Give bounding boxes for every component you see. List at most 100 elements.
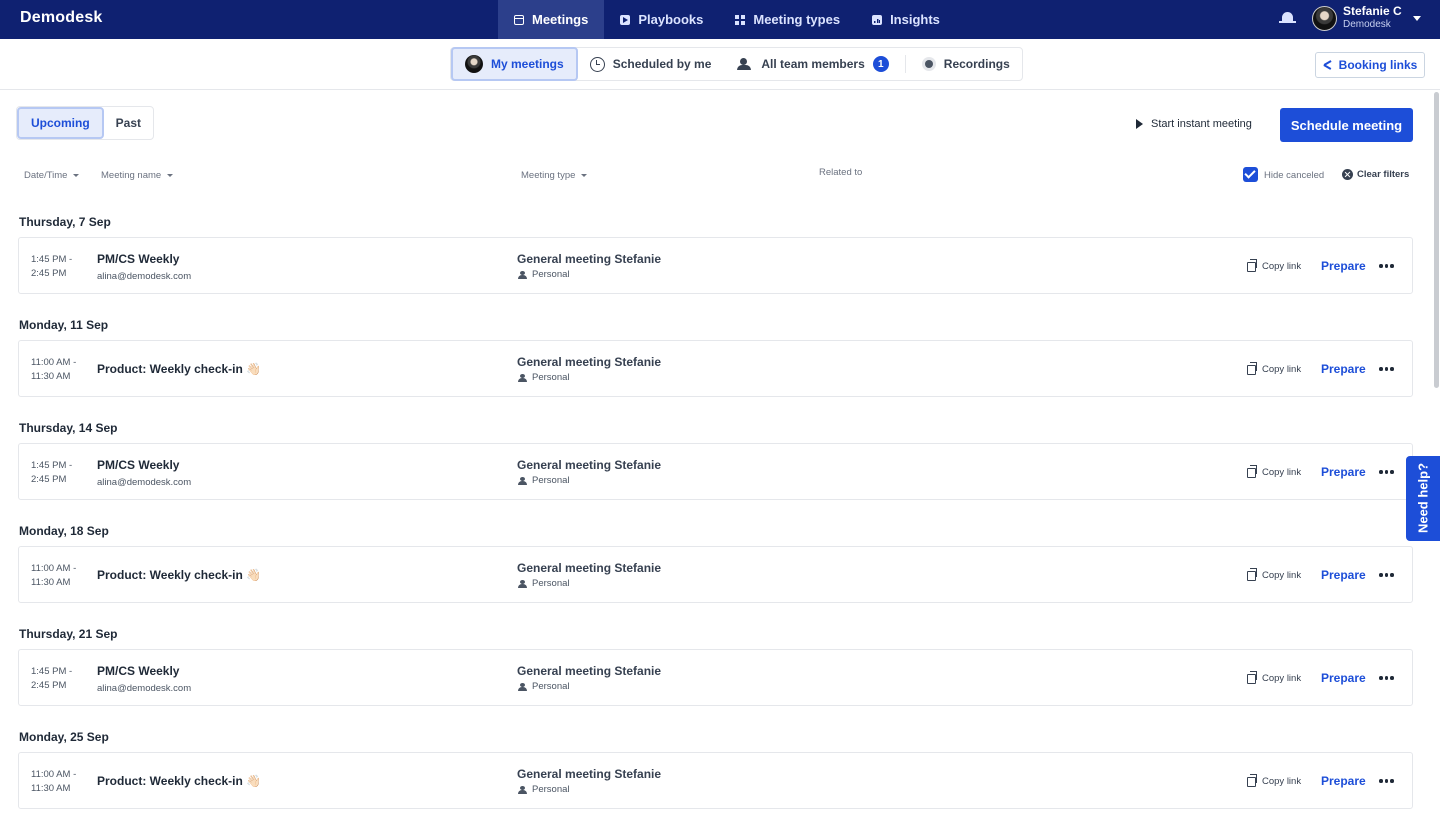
avatar-icon [465, 55, 483, 73]
past-toggle[interactable]: Past [104, 107, 153, 139]
copy-link-button[interactable]: Copy link [1247, 670, 1302, 684]
prepare-button[interactable]: Prepare [1321, 568, 1366, 582]
people-icon [517, 785, 528, 794]
more-options-icon[interactable] [1379, 672, 1394, 684]
scope-label: Personal [532, 578, 570, 589]
tab-recordings[interactable]: Recordings [910, 47, 1022, 81]
column-header-label: Meeting name [101, 170, 162, 181]
hide-canceled-checkbox[interactable] [1243, 167, 1258, 182]
filter-related-to[interactable]: Related to [819, 167, 862, 178]
more-options-icon[interactable] [1379, 569, 1394, 581]
meeting-name[interactable]: PM/CS Weekly [97, 252, 179, 266]
count-badge: 1 [872, 56, 889, 72]
clear-filters-button[interactable]: Clear filters [1342, 169, 1409, 180]
calendar-icon [514, 14, 524, 25]
copy-link-button[interactable]: Copy link [1247, 361, 1302, 375]
user-menu[interactable]: Stefanie C Demodesk [1312, 5, 1402, 31]
scope-label: Personal [532, 269, 570, 280]
more-options-icon[interactable] [1379, 363, 1394, 375]
tab-scheduled-by-me[interactable]: Scheduled by me [578, 47, 724, 81]
meeting-card[interactable]: 1:45 PM - 2:45 PM PM/CS Weekly alina@demo… [18, 237, 1413, 294]
day-header: Thursday, 7 Sep [19, 215, 111, 229]
more-options-icon[interactable] [1379, 260, 1394, 272]
copy-link-label: Copy link [1262, 673, 1302, 684]
nav-tab-meetings[interactable]: Meetings [498, 0, 605, 39]
upcoming-toggle[interactable]: Upcoming [17, 107, 104, 139]
share-icon [1323, 60, 1333, 70]
meeting-time: 11:00 AM - 11:30 AM [31, 768, 76, 796]
meeting-name[interactable]: Product: Weekly check-in 👋🏻 [97, 362, 261, 376]
prepare-button[interactable]: Prepare [1321, 259, 1366, 273]
meeting-card[interactable]: 1:45 PM - 2:45 PM PM/CS Weekly alina@demo… [18, 443, 1413, 500]
meeting-type: General meeting Stefanie [517, 252, 662, 266]
day-header: Thursday, 21 Sep [19, 627, 118, 641]
meeting-name[interactable]: Product: Weekly check-in 👋🏻 [97, 568, 261, 582]
day-header: Monday, 18 Sep [19, 524, 109, 538]
booking-links-button[interactable]: Booking links [1315, 52, 1425, 78]
tab-all-team-members[interactable]: All team members 1 [723, 47, 900, 81]
meeting-name[interactable]: PM/CS Weekly [97, 458, 179, 472]
meeting-name[interactable]: PM/CS Weekly [97, 664, 179, 678]
copy-link-button[interactable]: Copy link [1247, 464, 1302, 478]
meeting-type: General meeting Stefanie [517, 561, 662, 575]
start-instant-meeting-button[interactable]: Start instant meeting [1136, 118, 1252, 130]
tab-label: All team members [761, 57, 865, 71]
prepare-button[interactable]: Prepare [1321, 465, 1366, 479]
meeting-card[interactable]: 11:00 AM - 11:30 AM Product: Weekly check… [18, 752, 1413, 809]
time-end: 11:30 AM [31, 783, 71, 794]
filter-meeting-type[interactable]: Meeting type [521, 170, 588, 181]
copy-link-button[interactable]: Copy link [1247, 258, 1301, 272]
grid-icon [735, 14, 746, 25]
playbook-icon [620, 14, 631, 25]
meeting-card[interactable]: 11:00 AM - 11:30 AM Product: Weekly check… [18, 546, 1413, 603]
meeting-time: 11:00 AM - 11:30 AM [31, 562, 76, 590]
copy-link-button[interactable]: Copy link [1247, 773, 1301, 787]
meeting-host-email: alina@demodesk.com [97, 683, 192, 694]
nav-tab-meeting-types[interactable]: Meeting types [719, 0, 856, 39]
meeting-card[interactable]: 11:00 AM - 11:30 AM Product: Weekly check… [18, 340, 1413, 397]
sort-meeting-name[interactable]: Meeting name [101, 170, 174, 181]
prepare-button[interactable]: Prepare [1321, 362, 1366, 376]
sort-date-time[interactable]: Date/Time [24, 170, 80, 181]
copy-link-button[interactable]: Copy link [1247, 567, 1302, 581]
schedule-meeting-button[interactable]: Schedule meeting [1280, 108, 1413, 142]
nav-tab-playbooks[interactable]: Playbooks [604, 0, 719, 39]
meeting-scope-tag: Personal [517, 475, 570, 486]
scrollbar[interactable] [1434, 92, 1439, 388]
demodesk-logo[interactable]: Demodesk [20, 9, 103, 27]
meetings-subnav: My meetings Scheduled by me All team mem… [0, 39, 1440, 90]
meeting-scope-segments: My meetings Scheduled by me All team mem… [450, 47, 1023, 81]
copy-link-label: Copy link [1262, 570, 1302, 581]
tab-my-meetings[interactable]: My meetings [451, 47, 578, 81]
time-start: 1:45 PM - [31, 460, 73, 471]
scope-label: Personal [532, 681, 570, 692]
scope-label: Personal [532, 372, 570, 383]
people-icon [517, 476, 528, 485]
meeting-card[interactable]: 1:45 PM - 2:45 PM PM/CS Weekly alina@demo… [18, 649, 1413, 706]
column-header-label: Related to [819, 167, 863, 178]
prepare-button[interactable]: Prepare [1321, 671, 1366, 685]
copy-link-label: Copy link [1262, 467, 1302, 478]
nav-tab-insights[interactable]: Insights [856, 0, 956, 39]
more-options-icon[interactable] [1379, 775, 1394, 787]
prepare-button[interactable]: Prepare [1321, 774, 1366, 788]
user-org: Demodesk [1343, 19, 1391, 30]
copy-link-label: Copy link [1262, 364, 1302, 375]
meeting-scope-tag: Personal [517, 784, 570, 795]
meeting-name[interactable]: Product: Weekly check-in 👋🏻 [97, 774, 261, 788]
meeting-scope-tag: Personal [517, 269, 570, 280]
meeting-type: General meeting Stefanie [517, 664, 662, 678]
time-end: 2:45 PM [31, 680, 67, 691]
nav-tab-label: Insights [890, 12, 940, 27]
time-range-toggle: Upcoming Past [16, 106, 155, 140]
chevron-down-icon[interactable] [1413, 16, 1421, 21]
more-options-icon[interactable] [1379, 466, 1394, 478]
meeting-scope-tag: Personal [517, 372, 570, 383]
day-header: Thursday, 14 Sep [19, 421, 118, 435]
tab-label: My meetings [491, 57, 564, 71]
time-end: 2:45 PM [31, 474, 67, 485]
need-help-button[interactable]: Need help? [1406, 456, 1440, 541]
time-start: 1:45 PM - [31, 254, 73, 265]
cloud-status-icon[interactable] [1279, 12, 1296, 24]
team-icon [735, 58, 753, 70]
